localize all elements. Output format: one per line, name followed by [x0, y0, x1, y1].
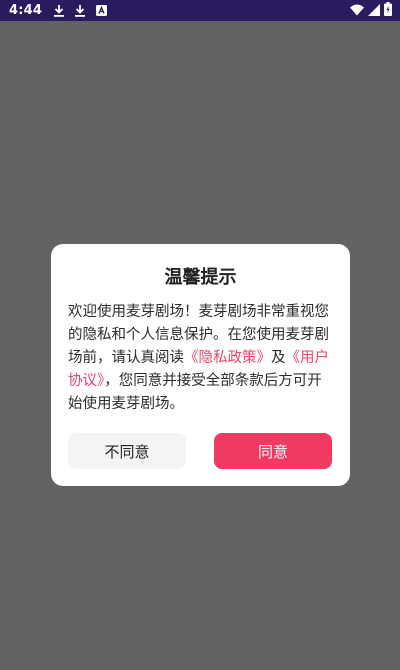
dialog-message: 欢迎使用麦芽剧场！麦芽剧场非常重视您的隐私和个人信息保护。在您使用麦芽剧场前，请… — [68, 301, 336, 416]
privacy-policy-link[interactable]: 《隐私政策》 — [184, 350, 271, 366]
status-bar: 4:44 — [0, 0, 400, 21]
app-screen: 4:44 温馨提示 欢迎使用麦芽剧场！麦芽剧场非常重视您的隐私和个人信息保护。在… — [0, 0, 400, 670]
wifi-icon — [350, 1, 364, 20]
download-icon — [73, 4, 87, 18]
battery-icon — [384, 1, 392, 20]
signal-icon — [368, 1, 380, 20]
message-conjunction: 及 — [271, 350, 286, 366]
disagree-button[interactable]: 不同意 — [68, 433, 186, 469]
status-icons-right — [350, 1, 392, 20]
status-time: 4:44 — [9, 3, 43, 18]
privacy-dialog: 温馨提示 欢迎使用麦芽剧场！麦芽剧场非常重视您的隐私和个人信息保护。在您使用麦芽… — [51, 244, 350, 486]
message-text-outro: ，您同意并接受全部条款后方可开始使用麦芽剧场。 — [68, 373, 322, 412]
download-icon — [52, 4, 66, 18]
agree-button[interactable]: 同意 — [214, 433, 332, 469]
dialog-title: 温馨提示 — [164, 267, 237, 288]
app-notification-icon — [94, 4, 108, 18]
